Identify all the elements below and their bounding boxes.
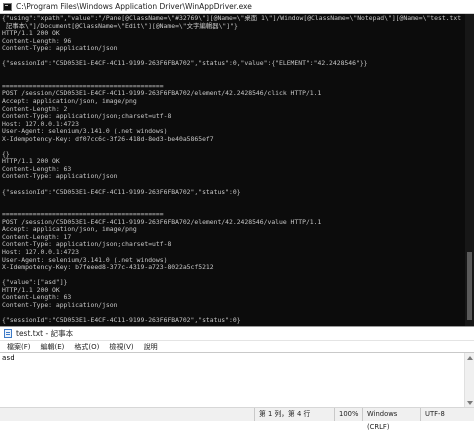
console-line: HTTP/1.1 200 OK xyxy=(2,29,60,38)
menu-view[interactable]: 檢視(V) xyxy=(104,342,138,352)
console-line: 記事本\"]/Document[@ClassName=\"Edit\"][@Na… xyxy=(2,21,238,30)
console-line: {"sessionId":"C5D053E1-E4CF-4C11-9199-26… xyxy=(2,187,241,196)
status-cursor-position: 第 1 列，第 4 行 xyxy=(254,408,334,421)
notepad-content: asd xyxy=(2,354,15,362)
menu-help[interactable]: 說明 xyxy=(139,342,163,352)
scroll-down-arrow-icon[interactable] xyxy=(467,401,473,405)
console-line: HTTP/1.1 200 OK xyxy=(2,285,60,294)
console-line: Content-Type: application/json xyxy=(2,44,118,53)
status-line-ending: Windows (CRLF) xyxy=(362,408,420,431)
console-line: HTTP/1.1 200 OK xyxy=(2,157,60,166)
notepad-title: test.txt - 記事本 xyxy=(16,329,74,338)
console-scrollbar[interactable] xyxy=(465,14,474,326)
console-line: {} xyxy=(2,149,10,158)
console-line: X-Idempotency-Key: df07cc6c-3f26-418d-8e… xyxy=(2,134,214,143)
console-line: X-Idempotency-Key: b7feeed8-377c-4319-a7… xyxy=(2,263,214,272)
console-line: {"sessionId":"C5D053E1-E4CF-4C11-9199-26… xyxy=(2,59,368,68)
console-line: {"value":["asd"]} xyxy=(2,278,68,287)
menu-file[interactable]: 檔案(F) xyxy=(2,342,36,352)
console-app-icon xyxy=(3,2,12,11)
notepad-titlebar[interactable]: test.txt - 記事本 xyxy=(0,327,474,341)
status-encoding: UTF-8 xyxy=(420,408,474,421)
notepad-vertical-scrollbar[interactable] xyxy=(464,353,474,408)
notepad-statusbar: 第 1 列，第 4 行 100% Windows (CRLF) UTF-8 xyxy=(0,407,474,431)
notepad-text-editor[interactable]: asd xyxy=(0,352,474,408)
console-line: Accept: application/json, image/png xyxy=(2,97,137,106)
menu-format[interactable]: 格式(O) xyxy=(69,342,104,352)
console-title: C:\Program Files\Windows Application Dri… xyxy=(16,2,252,11)
console-line: {"sessionId":"C5D053E1-E4CF-4C11-9199-26… xyxy=(2,315,241,324)
console-output: {"using":"xpath","value":"/Pane[@ClassNa… xyxy=(2,15,464,326)
scroll-up-arrow-icon[interactable] xyxy=(467,356,473,360)
notepad-app-icon xyxy=(4,329,12,338)
notepad-window: test.txt - 記事本 檔案(F) 編輯(E) 格式(O) 檢視(V) 說… xyxy=(0,326,474,431)
console-scrollbar-thumb[interactable] xyxy=(467,252,472,320)
console-line: Content-Type: application/json xyxy=(2,172,118,181)
console-line: Content-Type: application/json xyxy=(2,300,118,309)
console-titlebar[interactable]: C:\Program Files\Windows Application Dri… xyxy=(0,0,474,14)
console-line: Accept: application/json, image/png xyxy=(2,225,137,234)
console-window: C:\Program Files\Windows Application Dri… xyxy=(0,0,474,326)
status-zoom: 100% xyxy=(334,408,362,421)
menu-edit[interactable]: 編輯(E) xyxy=(36,342,70,352)
